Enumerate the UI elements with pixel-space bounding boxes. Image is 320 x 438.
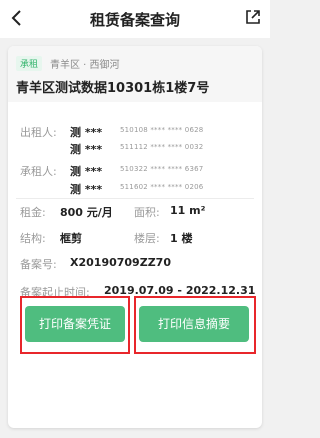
area-value: 11 m² xyxy=(170,204,206,217)
floor-value: 1 楼 xyxy=(170,232,193,245)
property-header: 承租 青羊区 · 西御河 青羊区测试数据10301栋1楼7号 xyxy=(8,46,262,102)
lessee-label: 承租人: xyxy=(20,165,57,178)
lessor-id: 511112 **** **** 0032 xyxy=(120,143,204,151)
nav-bar: 租赁备案查询 xyxy=(0,0,270,38)
structure-value: 框剪 xyxy=(60,232,82,245)
record-card: 承租 青羊区 · 西御河 青羊区测试数据10301栋1楼7号 出租人: 测 **… xyxy=(8,46,262,428)
print-certificate-highlight: 打印备案凭证 xyxy=(20,296,130,354)
print-summary-highlight: 打印信息摘要 xyxy=(134,296,256,354)
share-icon[interactable] xyxy=(244,8,262,26)
lessee-id: 511602 **** **** 0206 xyxy=(120,183,204,191)
structure-label: 结构: xyxy=(20,232,46,245)
floor-label: 楼层: xyxy=(134,232,160,245)
rent-label: 租金: xyxy=(20,206,46,219)
lessee-name: 测 *** xyxy=(70,165,103,178)
divider xyxy=(16,198,254,199)
rent-value: 800 元/月 xyxy=(60,206,113,219)
property-address: 青羊区测试数据10301栋1楼7号 xyxy=(16,81,210,96)
lessor-label: 出租人: xyxy=(20,126,57,139)
lessee-id: 510322 **** **** 6367 xyxy=(120,165,204,173)
lessor-name: 测 *** xyxy=(70,143,103,156)
record-no-label: 备案号: xyxy=(20,258,57,271)
record-no-value: X20190709ZZ70 xyxy=(70,256,171,269)
role-tag: 承租 xyxy=(16,56,43,71)
lessor-name: 测 *** xyxy=(70,126,103,139)
print-summary-button[interactable]: 打印信息摘要 xyxy=(139,306,249,342)
area-label: 面积: xyxy=(134,206,160,219)
lessee-name: 测 *** xyxy=(70,183,103,196)
lessor-id: 510108 **** **** 0628 xyxy=(120,126,204,134)
district-label: 青羊区 · 西御河 xyxy=(50,60,120,71)
print-certificate-button[interactable]: 打印备案凭证 xyxy=(25,306,125,342)
page-title: 租赁备案查询 xyxy=(89,11,180,29)
